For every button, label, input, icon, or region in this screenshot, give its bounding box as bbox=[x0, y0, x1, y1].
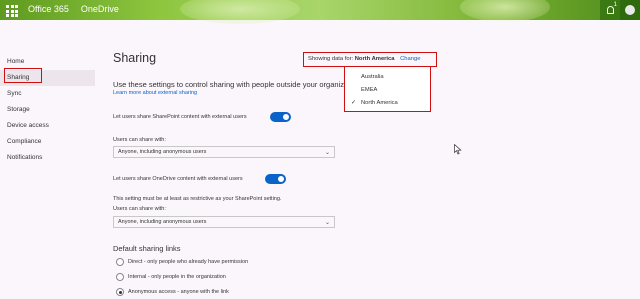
header-leaf-decoration bbox=[180, 0, 300, 24]
sidebar-item-sync[interactable]: Sync bbox=[0, 86, 95, 102]
mouse-cursor-icon bbox=[454, 144, 462, 155]
account-button[interactable] bbox=[620, 0, 640, 20]
region-dropdown: Australia EMEA ✓ North America bbox=[344, 66, 431, 112]
sharepoint-sharing-toggle[interactable] bbox=[270, 112, 291, 122]
sharing-highlight-box bbox=[4, 68, 42, 83]
notification-count: 1 bbox=[613, 2, 617, 8]
region-option-emea[interactable]: EMEA bbox=[345, 84, 429, 96]
region-option-australia[interactable]: Australia bbox=[345, 71, 429, 83]
app-title: Office 365 OneDrive bbox=[28, 4, 119, 14]
region-option-north-america[interactable]: ✓ North America bbox=[345, 97, 429, 109]
chevron-down-icon: ⌄ bbox=[324, 150, 330, 156]
chevron-down-icon: ⌄ bbox=[324, 220, 330, 226]
header-leaf-decoration bbox=[460, 0, 550, 22]
suite-name[interactable]: Office 365 bbox=[28, 4, 69, 14]
sidebar-item-storage[interactable]: Storage bbox=[0, 102, 95, 118]
sharepoint-toggle-label: Let users share SharePoint content with … bbox=[113, 114, 247, 120]
link-option-direct[interactable]: Direct - only people who already have pe… bbox=[116, 257, 248, 267]
avatar bbox=[625, 5, 635, 15]
sidebar-item-compliance[interactable]: Compliance bbox=[0, 134, 95, 150]
change-region-link[interactable]: Change bbox=[400, 56, 420, 62]
region-selector: Showing data for: North America Change bbox=[303, 52, 437, 67]
link-option-anonymous[interactable]: Anonymous access - anyone with the link bbox=[116, 287, 229, 297]
sidebar-item-device-access[interactable]: Device access bbox=[0, 118, 95, 134]
onedrive-sharing-toggle[interactable] bbox=[265, 174, 286, 184]
sharepoint-select-label: Users can share with: bbox=[113, 137, 166, 143]
radio-button-checked bbox=[116, 288, 124, 296]
onedrive-toggle-label: Let users share OneDrive content with ex… bbox=[113, 176, 243, 182]
default-links-title: Default sharing links bbox=[113, 244, 181, 253]
region-text: Showing data for: North America Change bbox=[308, 56, 420, 62]
onedrive-select-label: Users can share with: bbox=[113, 206, 166, 212]
radio-button bbox=[116, 273, 124, 281]
product-name[interactable]: OneDrive bbox=[81, 4, 119, 14]
page-title: Sharing bbox=[113, 51, 157, 65]
intro-text: Use these settings to control sharing wi… bbox=[113, 80, 353, 89]
onedrive-share-with-select[interactable]: Anyone, including anonymous users ⌄ bbox=[113, 216, 335, 228]
link-option-internal[interactable]: Internal - only people in the organizati… bbox=[116, 272, 226, 282]
top-bar: Office 365 OneDrive 1 bbox=[0, 0, 640, 24]
learn-more-link[interactable]: Learn more about external sharing bbox=[113, 90, 197, 96]
sharepoint-share-with-select[interactable]: Anyone, including anonymous users ⌄ bbox=[113, 146, 335, 158]
notifications-button[interactable]: 1 bbox=[600, 0, 620, 20]
topbar-actions: 1 bbox=[600, 0, 640, 20]
region-prefix: Showing data for: bbox=[308, 56, 354, 62]
radio-button bbox=[116, 258, 124, 266]
onedrive-restriction-note: This setting must be at least as restric… bbox=[113, 196, 282, 202]
checkmark-icon: ✓ bbox=[351, 100, 357, 106]
region-current: North America bbox=[354, 56, 395, 62]
bell-icon bbox=[606, 6, 614, 14]
app-launcher-icon[interactable] bbox=[4, 3, 18, 17]
sidebar-item-notifications[interactable]: Notifications bbox=[0, 150, 95, 166]
